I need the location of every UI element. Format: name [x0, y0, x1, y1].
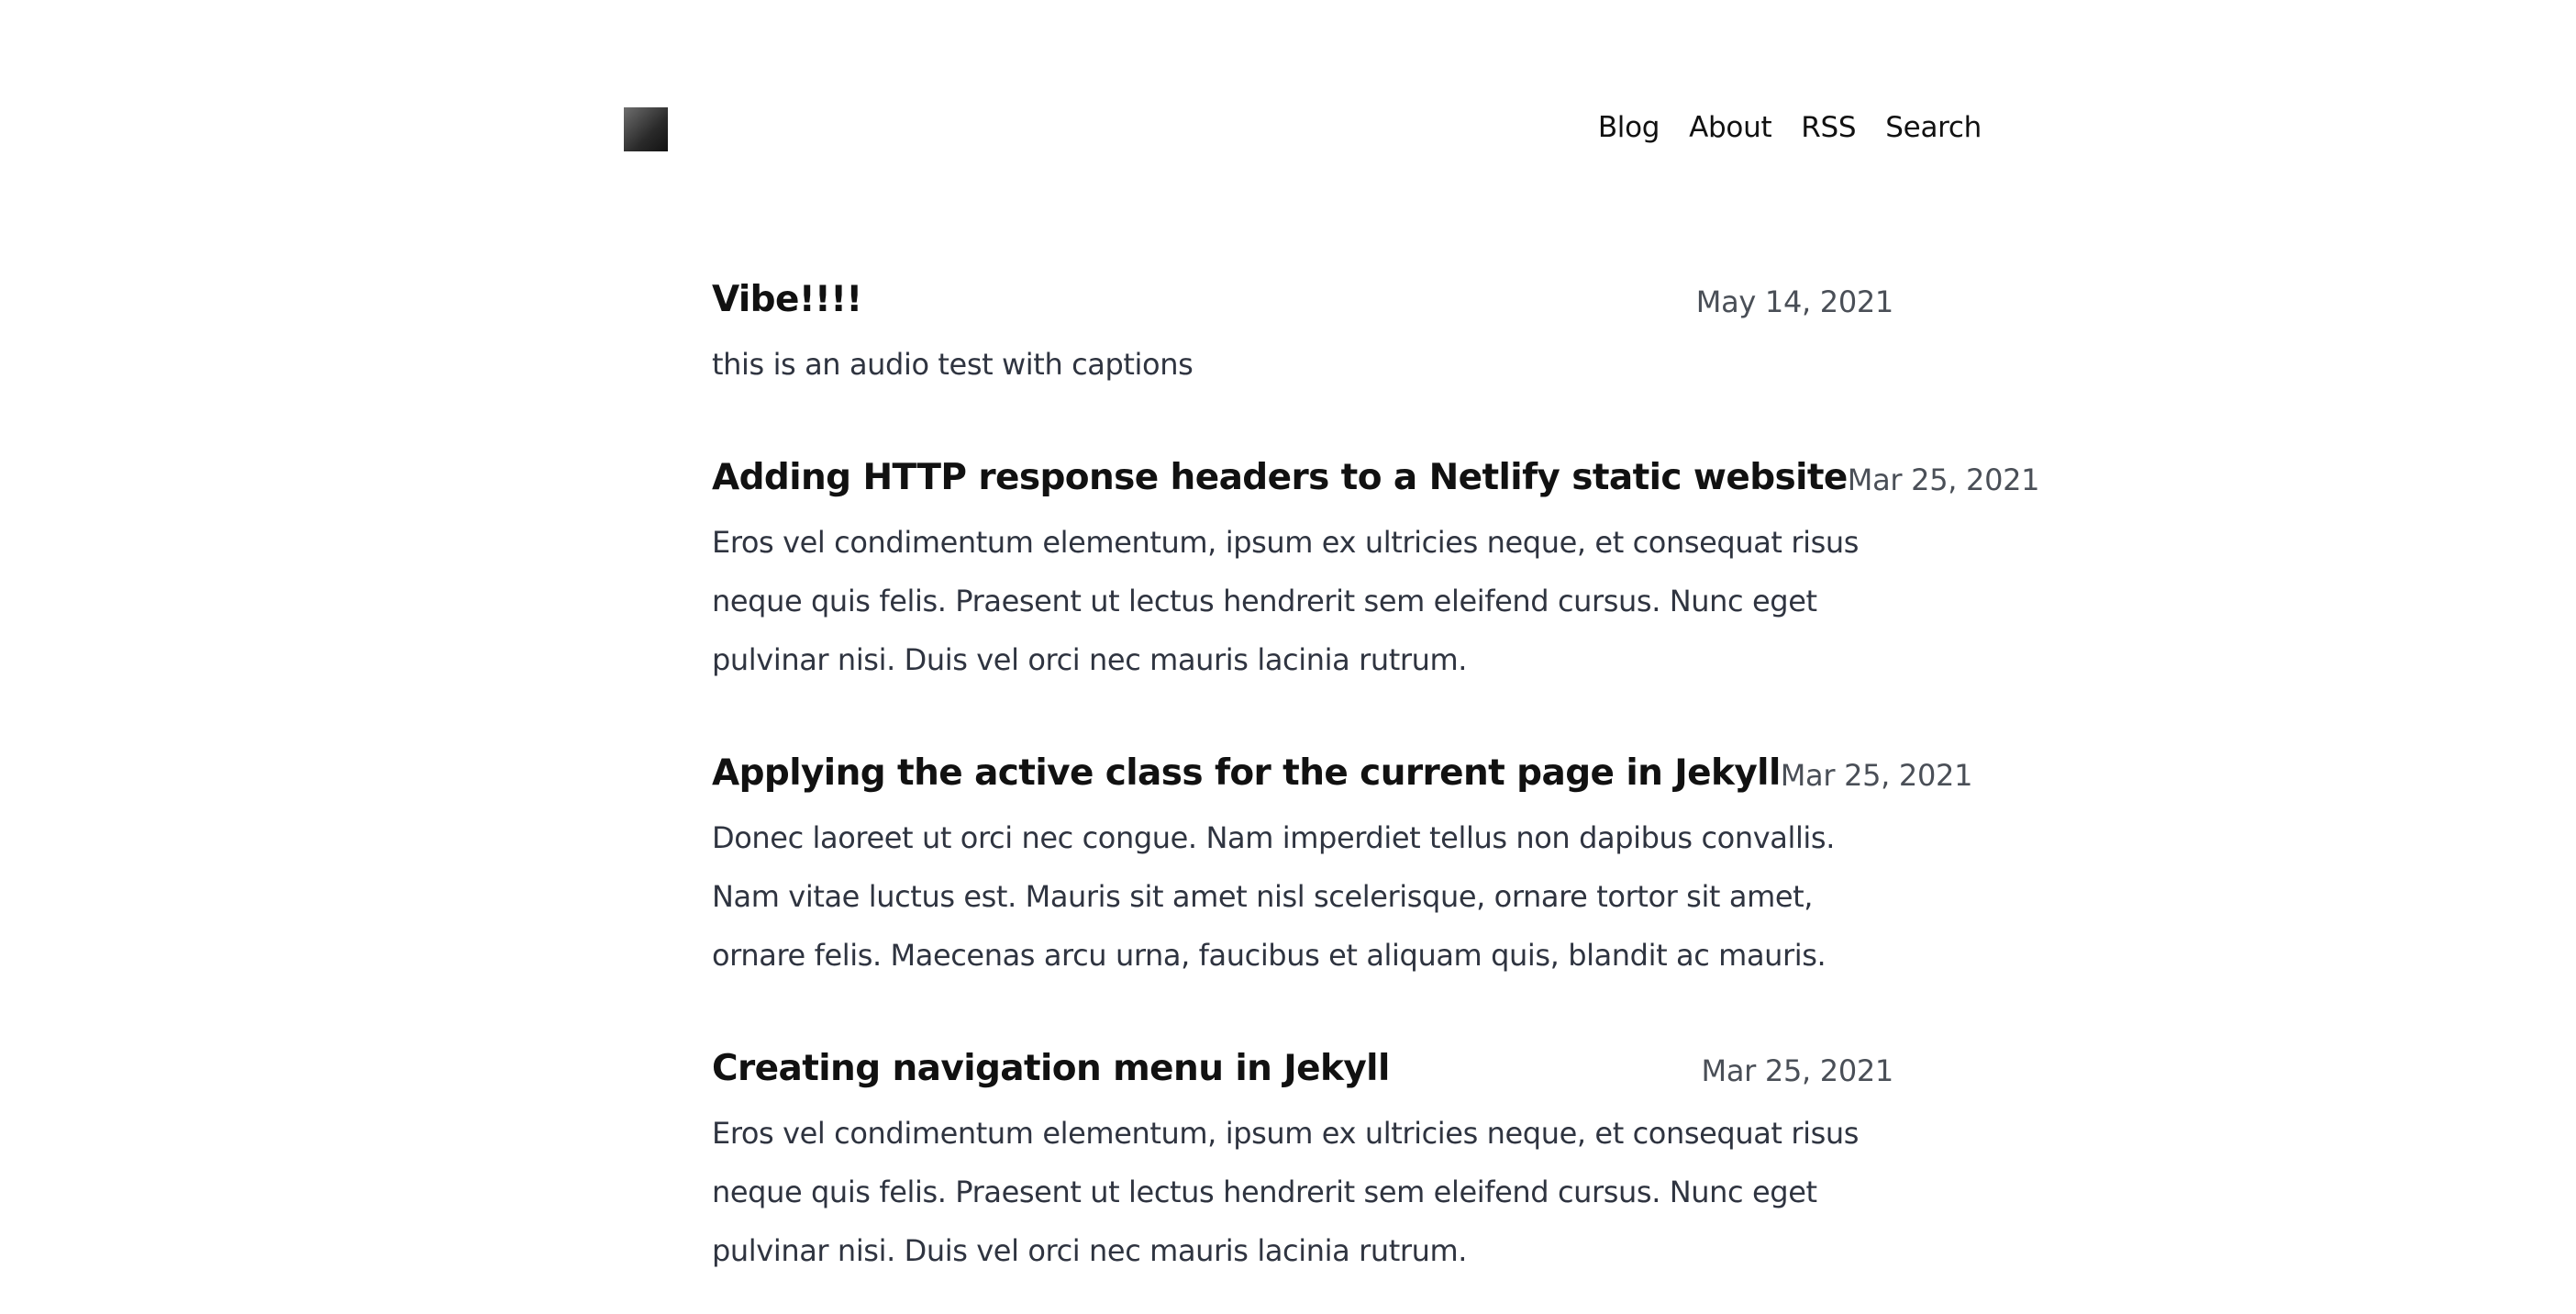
post-title-link[interactable]: Vibe!!!!: [712, 270, 862, 330]
nav-blog-link[interactable]: Blog: [1598, 111, 1660, 144]
post-item: Vibe!!!! May 14, 2021 this is an audio t…: [712, 270, 1893, 394]
post-excerpt: this is an audio test with captions: [712, 347, 1194, 382]
nav-about-link[interactable]: About: [1689, 111, 1771, 144]
main-nav: Blog About RSS Search: [1598, 105, 1982, 150]
nav-search-link[interactable]: Search: [1885, 111, 1982, 144]
site-header: Blog About RSS Search: [624, 105, 1982, 154]
post-item: Adding HTTP response headers to a Netlif…: [712, 448, 2040, 689]
post-excerpt: Eros vel condimentum elementum, ipsum ex…: [712, 1116, 1860, 1268]
post-header: Creating navigation menu in Jekyll Mar 2…: [712, 1039, 1893, 1099]
post-date: May 14, 2021: [1695, 284, 1894, 319]
post-header: Vibe!!!! May 14, 2021: [712, 270, 1893, 330]
post-date: Mar 25, 2021: [1847, 462, 2040, 497]
post-title-link[interactable]: Applying the active class for the curren…: [712, 743, 1781, 804]
post-item: Creating navigation menu in Jekyll Mar 2…: [712, 1039, 1893, 1280]
post-excerpt: Eros vel condimentum elementum, ipsum ex…: [712, 525, 1860, 677]
post-date: Mar 25, 2021: [1780, 758, 1973, 793]
post-item: Applying the active class for the curren…: [712, 743, 1972, 985]
page: Blog About RSS Search Vibe!!!! May 14, 2…: [0, 0, 2576, 1314]
post-list: Vibe!!!! May 14, 2021 this is an audio t…: [712, 270, 2040, 1280]
post-title-link[interactable]: Adding HTTP response headers to a Netlif…: [712, 448, 1848, 508]
post-title-link[interactable]: Creating navigation menu in Jekyll: [712, 1039, 1390, 1099]
nav-rss-link[interactable]: RSS: [1801, 111, 1856, 144]
post-header: Adding HTTP response headers to a Netlif…: [712, 448, 2040, 508]
post-date: Mar 25, 2021: [1701, 1053, 1894, 1088]
post-header: Applying the active class for the curren…: [712, 743, 1972, 804]
post-excerpt: Donec laoreet ut orci nec congue. Nam im…: [712, 820, 1835, 973]
site-logo[interactable]: [624, 107, 668, 151]
